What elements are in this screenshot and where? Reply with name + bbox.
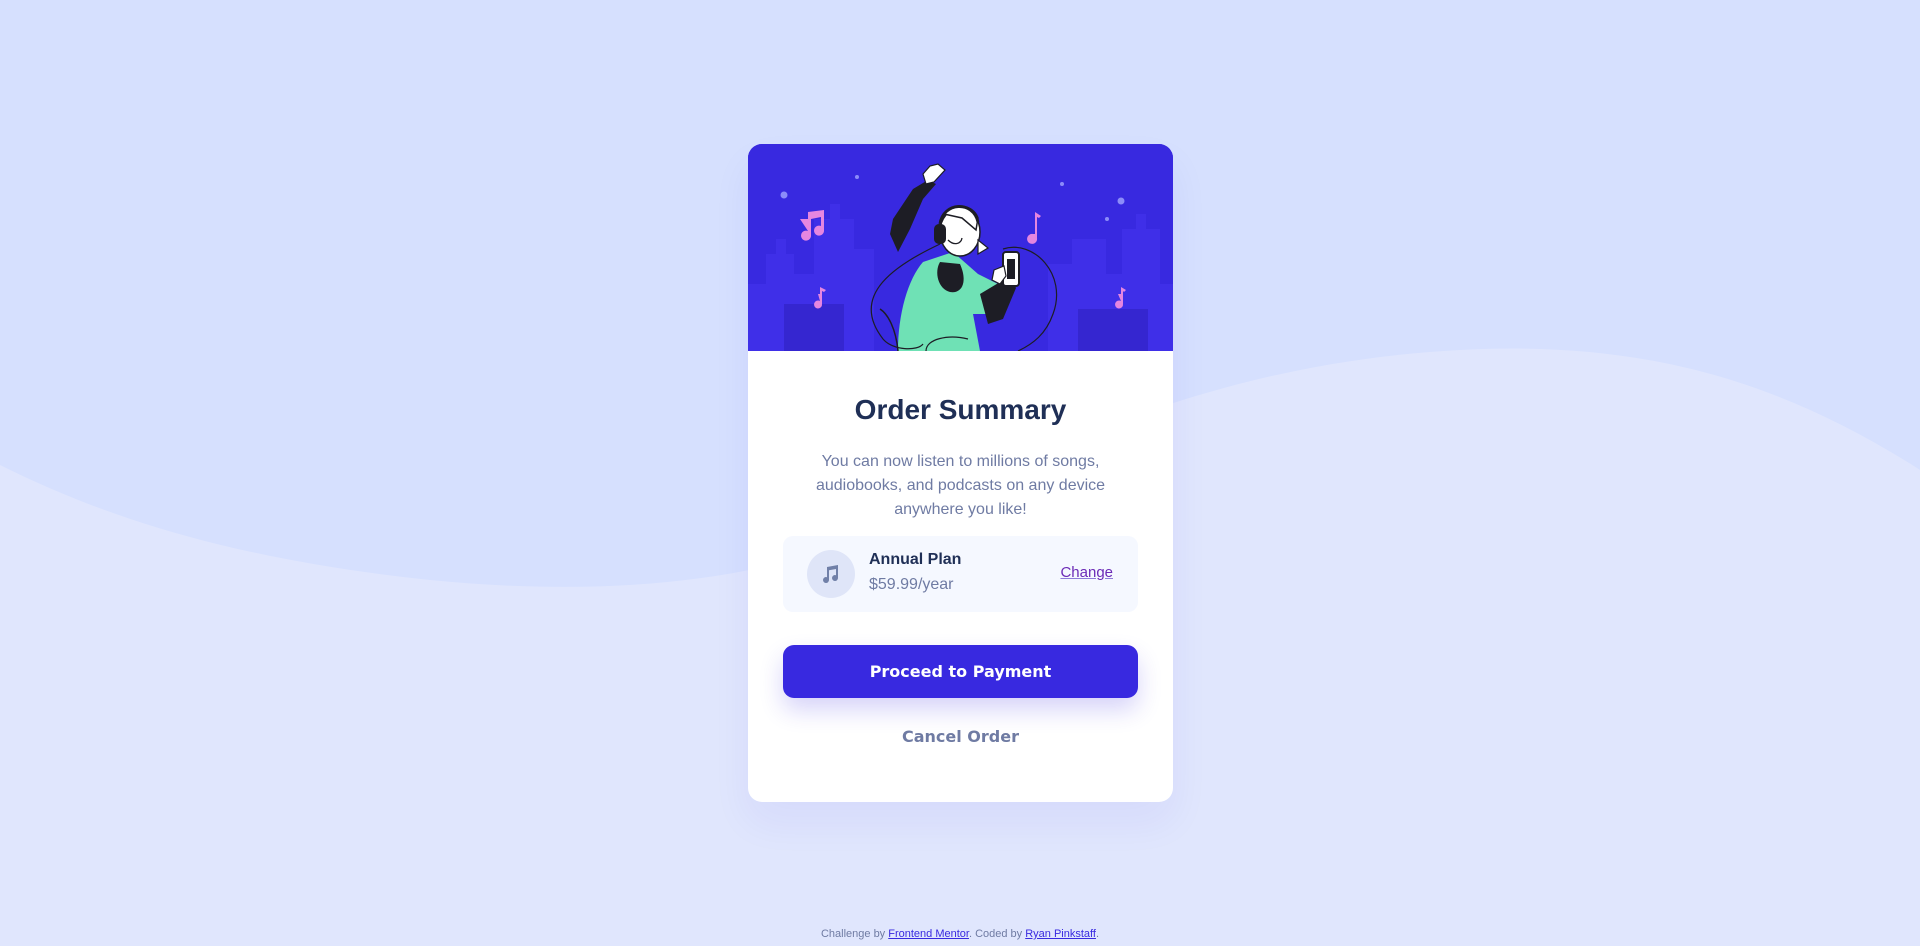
plan-name: Annual Plan [869, 551, 962, 568]
attribution-middle: . Coded by [968, 928, 1026, 940]
card-title: Order Summary [854, 394, 1067, 425]
person-dancing-with-headphones-illustration [748, 144, 1173, 351]
attribution-prefix: Challenge by [820, 928, 889, 940]
card-description: You can now listen to millions of songs,… [815, 453, 1106, 518]
plan-price: $59.99/year [869, 576, 954, 593]
plan-summary: Annual Plan $59.99/year Change [783, 536, 1138, 612]
cancel-order-button[interactable]: Cancel Order [783, 719, 1138, 753]
proceed-to-payment-button[interactable]: Proceed to Payment [783, 645, 1138, 698]
hero-illustration [748, 144, 1173, 351]
music-note-icon [807, 550, 855, 598]
change-plan-label: Change [1060, 564, 1113, 581]
order-summary-card: Order Summary You can now listen to mill… [748, 144, 1173, 802]
attribution-suffix: . [1095, 928, 1100, 940]
coder-link[interactable]: Ryan Pinkstaff [1025, 928, 1096, 940]
change-plan-link[interactable]: Change [1060, 564, 1113, 581]
attribution: Challenge by Frontend Mentor. Coded by R… [0, 928, 1920, 940]
frontend-mentor-link[interactable]: Frontend Mentor [888, 928, 969, 940]
